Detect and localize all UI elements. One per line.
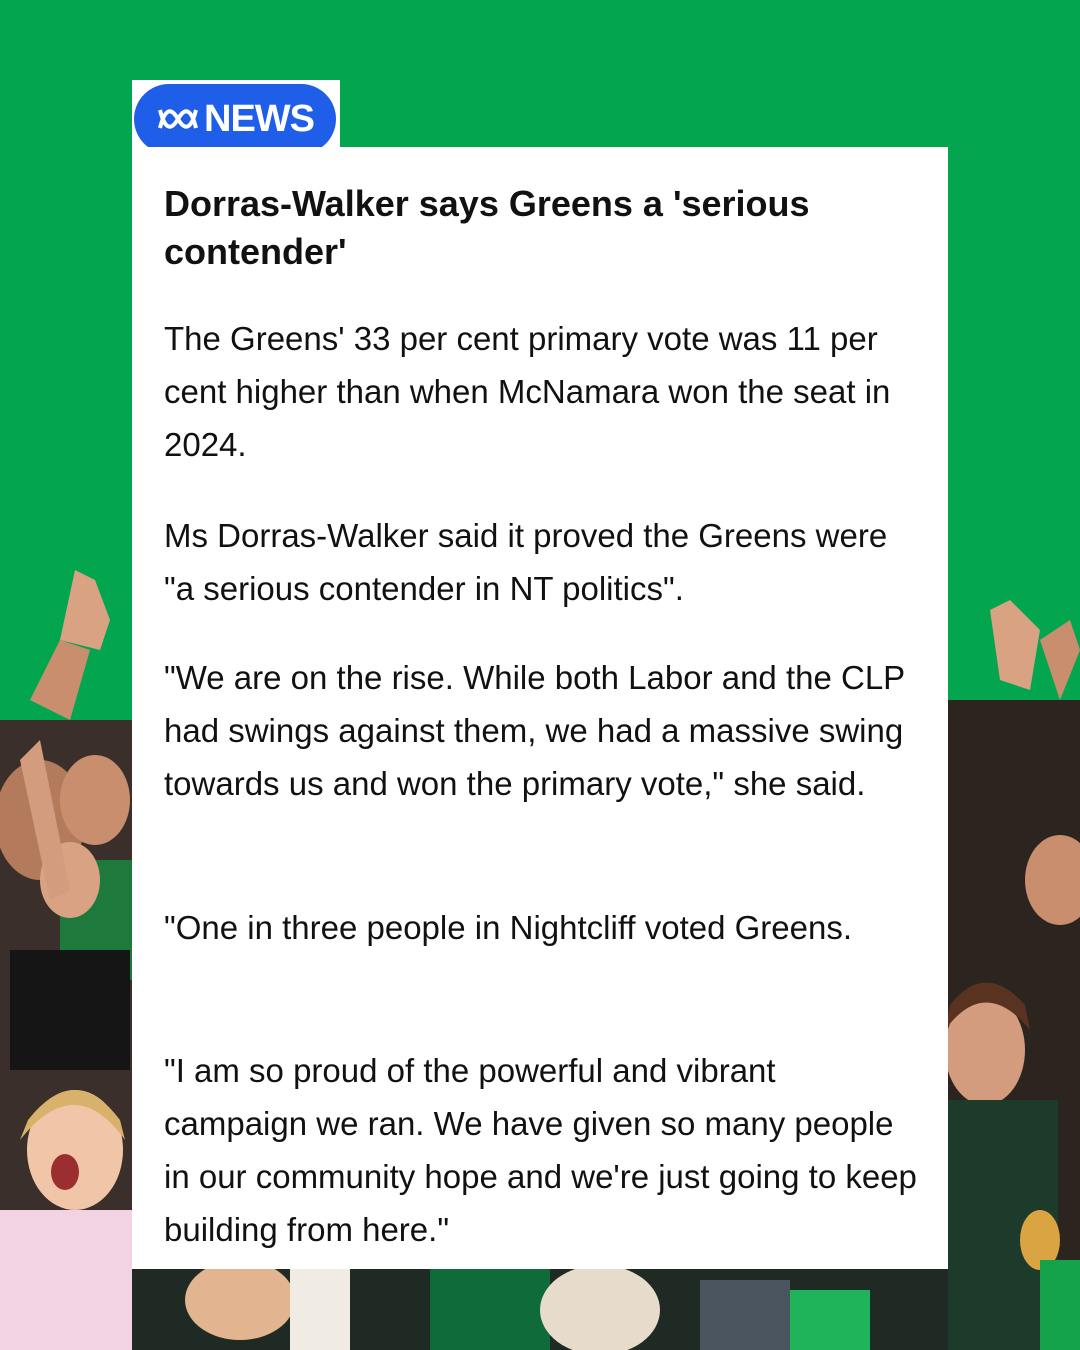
- crowd-bottom: [132, 1260, 948, 1350]
- abc-lissajous-icon: [158, 109, 198, 129]
- article-paragraph-1: The Greens' 33 per cent primary vote was…: [164, 320, 891, 463]
- abc-news-logo: NEWS: [134, 84, 336, 154]
- crowd-left: [0, 570, 132, 1350]
- article-paragraph-2: Ms Dorras-Walker said it proved the Gree…: [164, 517, 888, 607]
- logo-text: NEWS: [204, 97, 315, 140]
- article-paragraph-4: "One in three people in Nightcliff voted…: [164, 909, 853, 946]
- crowd-right: [945, 600, 1080, 1350]
- article-headline: Dorras-Walker says Greens a 'serious con…: [164, 183, 810, 272]
- article-paragraph-3: "We are on the rise. While both Labor an…: [164, 659, 905, 802]
- article-paragraph-5: "I am so proud of the powerful and vibra…: [164, 1052, 917, 1248]
